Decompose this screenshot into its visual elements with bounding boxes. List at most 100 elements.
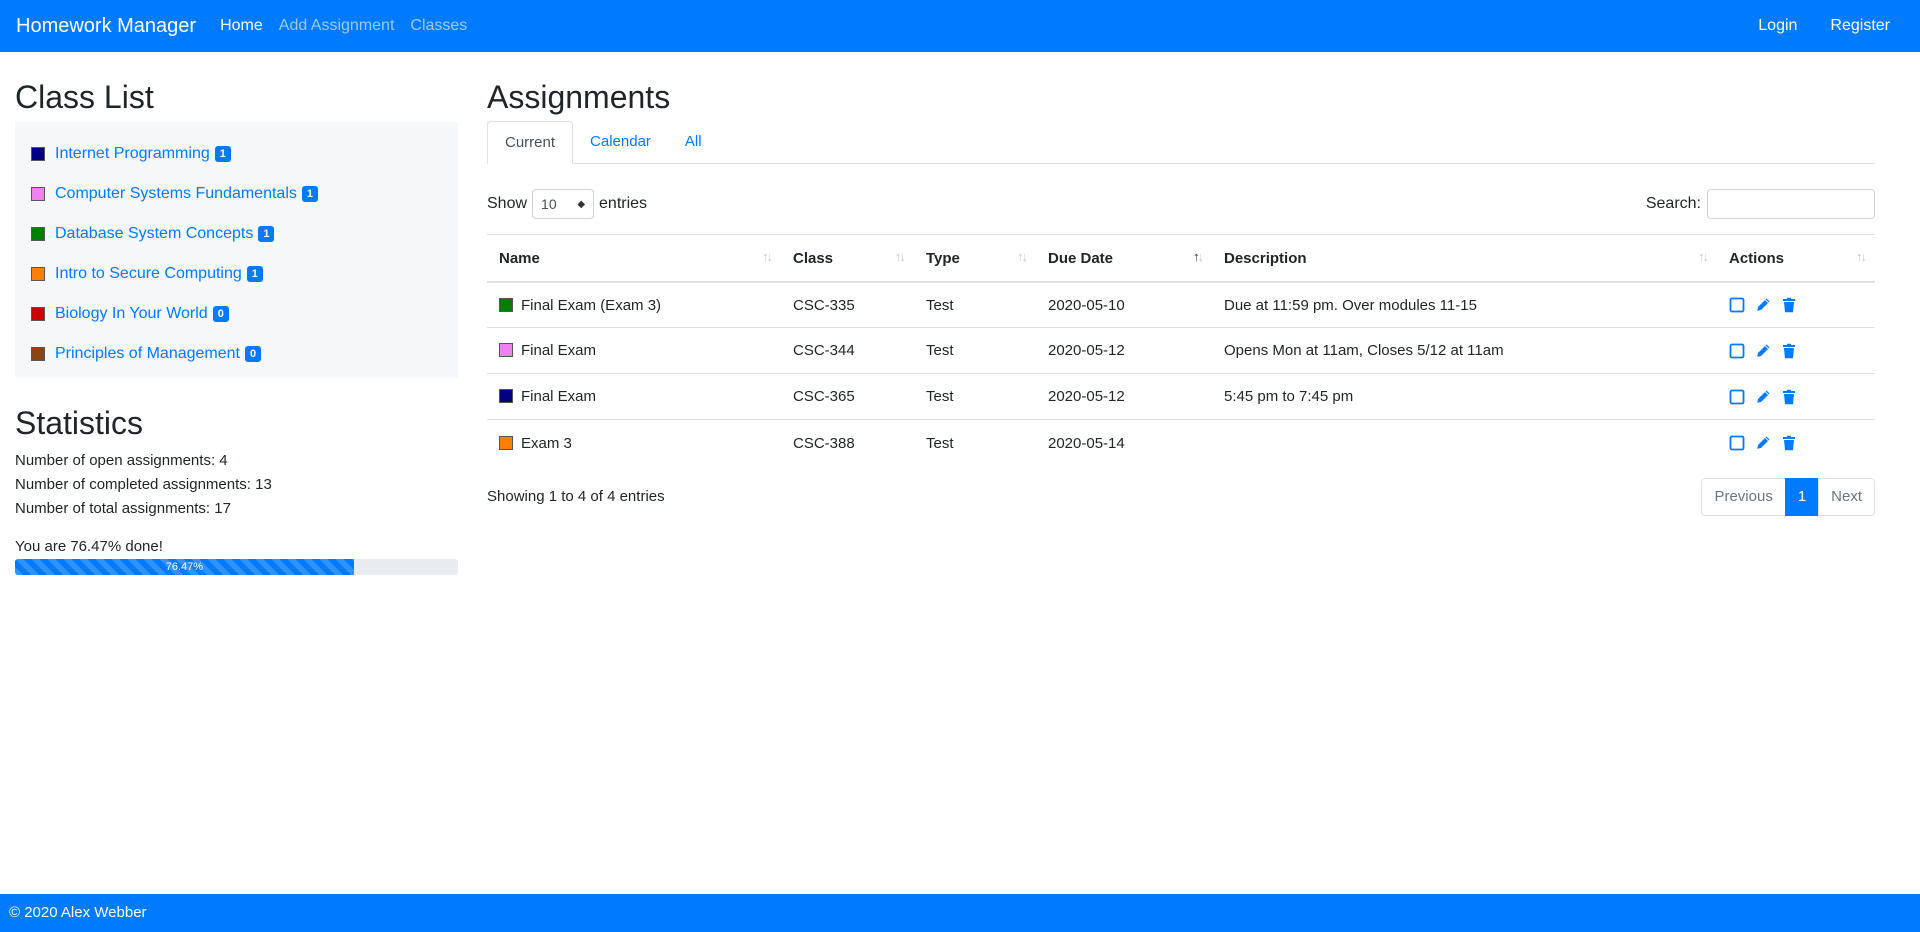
cell-type: Test bbox=[914, 373, 1036, 420]
cell-class: CSC-365 bbox=[781, 373, 914, 420]
trash-icon[interactable] bbox=[1781, 435, 1797, 451]
brand[interactable]: Homework Manager bbox=[16, 15, 196, 38]
cell-due-date: 2020-05-10 bbox=[1036, 281, 1212, 328]
class-color-swatch bbox=[499, 297, 513, 312]
navbar: Homework Manager Home Add Assignment Cla… bbox=[0, 0, 1920, 52]
class-color-swatch bbox=[31, 267, 45, 282]
class-item: Principles of Management 0 bbox=[31, 334, 442, 374]
table-controls: Show 10 ◆ entries Search: bbox=[487, 188, 1875, 220]
column-header-actions[interactable]: Actions ↑↓ bbox=[1717, 234, 1875, 283]
cell-type: Test bbox=[914, 419, 1036, 466]
stat-total: Number of total assignments: 17 bbox=[15, 499, 231, 517]
column-label: Class bbox=[793, 249, 834, 267]
pencil-icon[interactable] bbox=[1755, 343, 1771, 359]
search-label: Search: bbox=[1645, 195, 1701, 213]
class-link[interactable]: Internet Programming bbox=[55, 145, 210, 163]
class-color-swatch bbox=[31, 227, 45, 242]
cell-actions bbox=[1717, 419, 1875, 466]
class-list: Internet Programming 1 Computer Systems … bbox=[15, 122, 458, 379]
column-label: Description bbox=[1224, 249, 1307, 267]
footer: © 2020 Alex Webber bbox=[0, 894, 1920, 932]
column-header-description[interactable]: Description ↑↓ bbox=[1212, 234, 1717, 283]
class-link[interactable]: Computer Systems Fundamentals bbox=[55, 185, 297, 203]
column-header-name[interactable]: Name ↑↓ bbox=[487, 234, 781, 283]
tab-all[interactable]: All bbox=[668, 121, 719, 163]
table-row: Exam 3 CSC-388 Test 2020-05-14 bbox=[487, 419, 1875, 466]
class-link[interactable]: Principles of Management bbox=[55, 345, 240, 363]
nav-home[interactable]: Home bbox=[220, 17, 263, 35]
class-item: Database System Concepts 1 bbox=[31, 214, 442, 254]
class-link[interactable]: Intro to Secure Computing bbox=[55, 265, 242, 283]
class-link[interactable]: Database System Concepts bbox=[55, 225, 253, 243]
tab-current[interactable]: Current bbox=[487, 121, 574, 165]
nav-classes[interactable]: Classes bbox=[410, 17, 467, 35]
column-label: Type bbox=[926, 249, 960, 267]
class-item: Biology In Your World 0 bbox=[31, 294, 442, 334]
sort-arrows-icon: ↑↓ bbox=[762, 249, 773, 265]
cell-actions bbox=[1717, 281, 1875, 328]
class-list-title: Class List bbox=[15, 79, 154, 115]
checkbox-icon[interactable] bbox=[1729, 297, 1745, 313]
class-count-badge: 0 bbox=[212, 306, 229, 323]
next-page-button[interactable]: Next bbox=[1818, 477, 1875, 516]
table-footer: Showing 1 to 4 of 4 entries Previous 1 N… bbox=[487, 477, 1875, 516]
entries-length-value: 10 bbox=[541, 196, 557, 213]
pencil-icon[interactable] bbox=[1755, 435, 1771, 451]
cell-name: Exam 3 bbox=[487, 419, 781, 466]
checkbox-icon[interactable] bbox=[1729, 435, 1745, 451]
show-label: Show bbox=[487, 195, 528, 213]
nav-register[interactable]: Register bbox=[1830, 17, 1890, 35]
class-count-badge: 1 bbox=[301, 186, 318, 203]
class-link[interactable]: Biology In Your World bbox=[55, 305, 208, 323]
table-row: Final Exam CSC-365 Test 2020-05-12 5:45 pm t… bbox=[487, 373, 1875, 420]
statistics-title: Statistics bbox=[15, 405, 144, 442]
page-1-button[interactable]: 1 bbox=[1784, 477, 1820, 516]
sort-ascending-icon: ↑↓ bbox=[1193, 249, 1204, 265]
progress-track: 76.47% bbox=[15, 558, 458, 575]
assignments-title: Assignments bbox=[487, 79, 671, 115]
trash-icon[interactable] bbox=[1781, 389, 1797, 405]
table-row: Final Exam (Exam 3) CSC-335 Test 2020-05-10… bbox=[487, 281, 1875, 328]
class-count-badge: 1 bbox=[258, 226, 275, 243]
trash-icon[interactable] bbox=[1781, 343, 1797, 359]
cell-actions bbox=[1717, 373, 1875, 420]
assignments-table: Name ↑↓ Class ↑↓ Type ↑↓ Due Date ↑↓ Descrip… bbox=[487, 234, 1875, 466]
stat-open: Number of open assignments: 4 bbox=[15, 451, 228, 469]
checkbox-icon[interactable] bbox=[1729, 343, 1745, 359]
assignment-name: Exam 3 bbox=[521, 434, 572, 452]
pencil-icon[interactable] bbox=[1755, 389, 1771, 405]
column-header-class[interactable]: Class ↑↓ bbox=[781, 234, 914, 283]
class-color-swatch bbox=[499, 435, 513, 450]
class-count-badge: 0 bbox=[244, 346, 262, 363]
trash-icon[interactable] bbox=[1781, 297, 1797, 313]
assignment-tabs: Current Calendar All bbox=[487, 121, 1875, 165]
cell-type: Test bbox=[914, 281, 1036, 328]
entries-label: entries bbox=[599, 195, 648, 213]
cell-description: 5:45 pm to 7:45 pm bbox=[1212, 373, 1717, 420]
tab-calendar[interactable]: Calendar bbox=[573, 121, 668, 163]
class-count-badge: 1 bbox=[246, 266, 263, 283]
table-info: Showing 1 to 4 of 4 entries bbox=[487, 488, 665, 506]
pencil-icon[interactable] bbox=[1755, 297, 1771, 313]
previous-page-button[interactable]: Previous bbox=[1701, 477, 1786, 516]
checkbox-icon[interactable] bbox=[1729, 389, 1745, 405]
sort-arrows-icon: ↑↓ bbox=[1698, 249, 1709, 265]
column-header-due-date[interactable]: Due Date ↑↓ bbox=[1036, 234, 1212, 283]
column-header-type[interactable]: Type ↑↓ bbox=[914, 234, 1036, 283]
cell-due-date: 2020-05-12 bbox=[1036, 327, 1212, 374]
class-item: Intro to Secure Computing 1 bbox=[31, 254, 442, 294]
main-content: Assignments Current Calendar All Show 10… bbox=[487, 52, 1875, 516]
cell-description bbox=[1212, 419, 1717, 466]
cell-description: Due at 11:59 pm. Over modules 11-15 bbox=[1212, 281, 1717, 328]
cell-actions bbox=[1717, 327, 1875, 374]
entries-length-select[interactable]: 10 ◆ bbox=[532, 189, 595, 220]
cell-class: CSC-388 bbox=[781, 419, 914, 466]
class-color-swatch bbox=[31, 187, 45, 202]
class-color-swatch bbox=[31, 347, 45, 362]
nav-add-assignment[interactable]: Add Assignment bbox=[279, 17, 395, 35]
sort-arrows-icon: ↑↓ bbox=[895, 249, 906, 265]
nav-login[interactable]: Login bbox=[1758, 17, 1797, 35]
sort-arrows-icon: ↑↓ bbox=[1017, 249, 1028, 265]
search-input[interactable] bbox=[1707, 189, 1875, 220]
cell-name: Final Exam (Exam 3) bbox=[487, 281, 781, 328]
